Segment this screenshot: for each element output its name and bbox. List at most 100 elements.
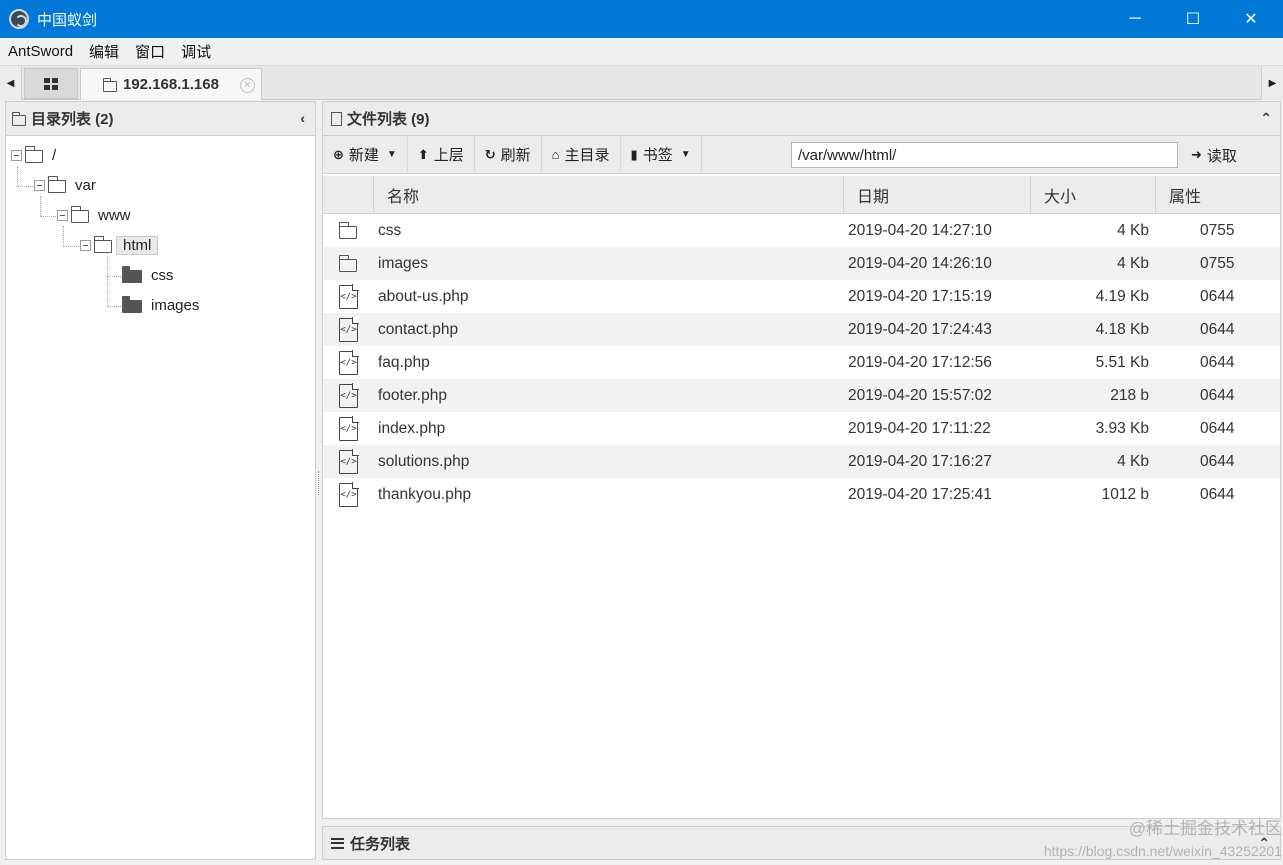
- table-row[interactable]: images 2019-04-20 14:26:10 4 Kb 0755: [323, 247, 1280, 280]
- file-date: 2019-04-20 17:16:27: [848, 452, 992, 470]
- column-header-name[interactable]: 名称: [374, 176, 844, 214]
- column-header-size[interactable]: 大小: [1031, 176, 1156, 214]
- file-date: 2019-04-20 14:27:10: [848, 221, 992, 239]
- folder-open-icon: [93, 236, 112, 253]
- path-input[interactable]: [791, 142, 1178, 168]
- close-tab-icon[interactable]: ✕: [240, 78, 255, 93]
- file-date: 2019-04-20 17:12:56: [848, 353, 992, 371]
- chevron-down-icon: ▼: [386, 149, 397, 160]
- table-row[interactable]: </> faq.php 2019-04-20 17:12:56 5.51 Kb …: [323, 346, 1280, 379]
- file-name: images: [378, 254, 428, 272]
- refresh-button[interactable]: ↻ 刷新: [475, 135, 542, 174]
- folder-open-icon: [47, 176, 66, 193]
- tree-node-www[interactable]: www: [57, 204, 131, 226]
- file-size: 4.18 Kb: [1095, 320, 1149, 338]
- tree-node-label: css: [151, 266, 174, 284]
- chevron-down-icon: ▼: [680, 149, 691, 160]
- directory-panel-header: 目录列表 (2) ‹: [6, 102, 315, 136]
- file-name: contact.php: [378, 320, 459, 338]
- collapse-toggle-icon[interactable]: [34, 179, 45, 191]
- menu-debug[interactable]: 调试: [173, 41, 219, 62]
- menu-antsword[interactable]: AntSword: [0, 43, 81, 60]
- file-perm: 0644: [1200, 287, 1235, 305]
- tab-host[interactable]: 192.168.1.168 ✕: [80, 68, 262, 100]
- file-date: 2019-04-20 17:24:43: [848, 320, 992, 338]
- file-panel-header: 文件列表 (9) ⌃: [323, 102, 1280, 136]
- tree-node-images[interactable]: images: [122, 294, 199, 316]
- menu-window[interactable]: 窗口: [127, 41, 173, 62]
- task-panel-title: 任务列表: [350, 835, 411, 853]
- tree-node-css[interactable]: css: [122, 264, 174, 286]
- php-file-icon: </>: [339, 317, 359, 342]
- bookmark-button-label: 书签: [642, 147, 673, 164]
- file-size: 1012 b: [1101, 485, 1149, 503]
- table-row[interactable]: </> about-us.php 2019-04-20 17:15:19 4.1…: [323, 280, 1280, 313]
- column-header-perm[interactable]: 属性: [1156, 176, 1280, 214]
- tree-node-label: www: [98, 206, 131, 224]
- tree-node-var[interactable]: var: [34, 174, 96, 196]
- collapse-toggle-icon[interactable]: [11, 149, 22, 161]
- file-perm: 0644: [1200, 485, 1235, 503]
- window-title: 中国蚁剑: [37, 11, 98, 29]
- file-grid-body: css 2019-04-20 14:27:10 4 Kb 0755 images…: [323, 214, 1280, 511]
- file-date: 2019-04-20 17:15:19: [848, 287, 992, 305]
- file-perm: 0755: [1200, 254, 1235, 272]
- new-button-label: 新建: [348, 147, 379, 164]
- file-size: 218 b: [1110, 386, 1149, 404]
- file-grid-header: 名称 日期 大小 属性: [323, 176, 1280, 214]
- folder-closed-icon: [122, 296, 142, 313]
- tab-scroll-left-icon[interactable]: ◀: [0, 66, 22, 100]
- watermark-line-2: https://blog.csdn.net/weixin_43252201: [1043, 843, 1282, 859]
- tree-node-label-selected: html: [116, 235, 159, 255]
- grid-icon: [44, 77, 58, 90]
- folder-icon: [338, 221, 357, 239]
- column-header-icon: [323, 176, 374, 214]
- php-file-icon: </>: [339, 350, 359, 375]
- tab-scroll-right-icon[interactable]: ▶: [1261, 66, 1283, 100]
- bookmark-button[interactable]: ▮ 书签 ▼: [621, 135, 702, 174]
- home-button-label: 主目录: [564, 147, 610, 164]
- tree-node-html[interactable]: html: [80, 234, 159, 256]
- file-name: solutions.php: [378, 452, 470, 470]
- tab-bar: ◀ 192.168.1.168 ✕ ▶: [0, 66, 1283, 100]
- file-perm: 0644: [1200, 320, 1235, 338]
- close-window-button[interactable]: ✕: [1228, 0, 1274, 38]
- folder-closed-icon: [122, 266, 142, 283]
- file-date: 2019-04-20 17:25:41: [848, 485, 992, 503]
- collapse-toggle-icon[interactable]: [80, 239, 91, 251]
- collapse-toggle-icon[interactable]: [57, 209, 68, 221]
- tree-node-label: /: [52, 146, 57, 164]
- file-date: 2019-04-20 14:26:10: [848, 254, 992, 272]
- table-row[interactable]: css 2019-04-20 14:27:10 4 Kb 0755: [323, 214, 1280, 247]
- home-button[interactable]: ⌂ 主目录: [542, 135, 621, 174]
- file-size: 4.19 Kb: [1095, 287, 1149, 305]
- maximize-button[interactable]: ☐: [1170, 0, 1216, 38]
- menu-edit[interactable]: 编辑: [81, 41, 127, 62]
- menu-bar: AntSword 编辑 窗口 调试: [0, 38, 1283, 66]
- php-file-icon: </>: [339, 416, 359, 441]
- up-button[interactable]: ⬆ 上层: [408, 135, 475, 174]
- table-row[interactable]: </> thankyou.php 2019-04-20 17:25:41 101…: [323, 478, 1280, 511]
- refresh-icon: ↻: [484, 146, 496, 162]
- php-file-icon: </>: [339, 449, 359, 474]
- collapse-panel-icon[interactable]: ⌃: [1260, 110, 1272, 127]
- table-row[interactable]: </> solutions.php 2019-04-20 17:16:27 4 …: [323, 445, 1280, 478]
- collapse-panel-icon[interactable]: ‹: [300, 110, 305, 126]
- bookmark-icon: ▮: [630, 146, 638, 162]
- tree-node-label: var: [75, 176, 96, 194]
- file-panel-title: 文件列表 (9): [347, 111, 430, 128]
- plus-circle-icon: ⊕: [333, 146, 344, 162]
- minimize-button[interactable]: ─: [1112, 0, 1158, 38]
- table-row[interactable]: </> index.php 2019-04-20 17:11:22 3.93 K…: [323, 412, 1280, 445]
- file-name: about-us.php: [378, 287, 469, 305]
- arrow-right-icon: ➜: [1191, 147, 1202, 162]
- table-row[interactable]: </> footer.php 2019-04-20 15:57:02 218 b…: [323, 379, 1280, 412]
- folder-open-icon: [70, 206, 89, 223]
- read-button[interactable]: ➜ 读取: [1181, 136, 1247, 174]
- column-header-date[interactable]: 日期: [844, 176, 1031, 214]
- tree-node-root[interactable]: /: [11, 144, 56, 166]
- refresh-button-label: 刷新: [500, 147, 531, 164]
- new-button[interactable]: ⊕ 新建 ▼: [323, 135, 408, 174]
- tab-home[interactable]: [24, 68, 78, 99]
- table-row[interactable]: </> contact.php 2019-04-20 17:24:43 4.18…: [323, 313, 1280, 346]
